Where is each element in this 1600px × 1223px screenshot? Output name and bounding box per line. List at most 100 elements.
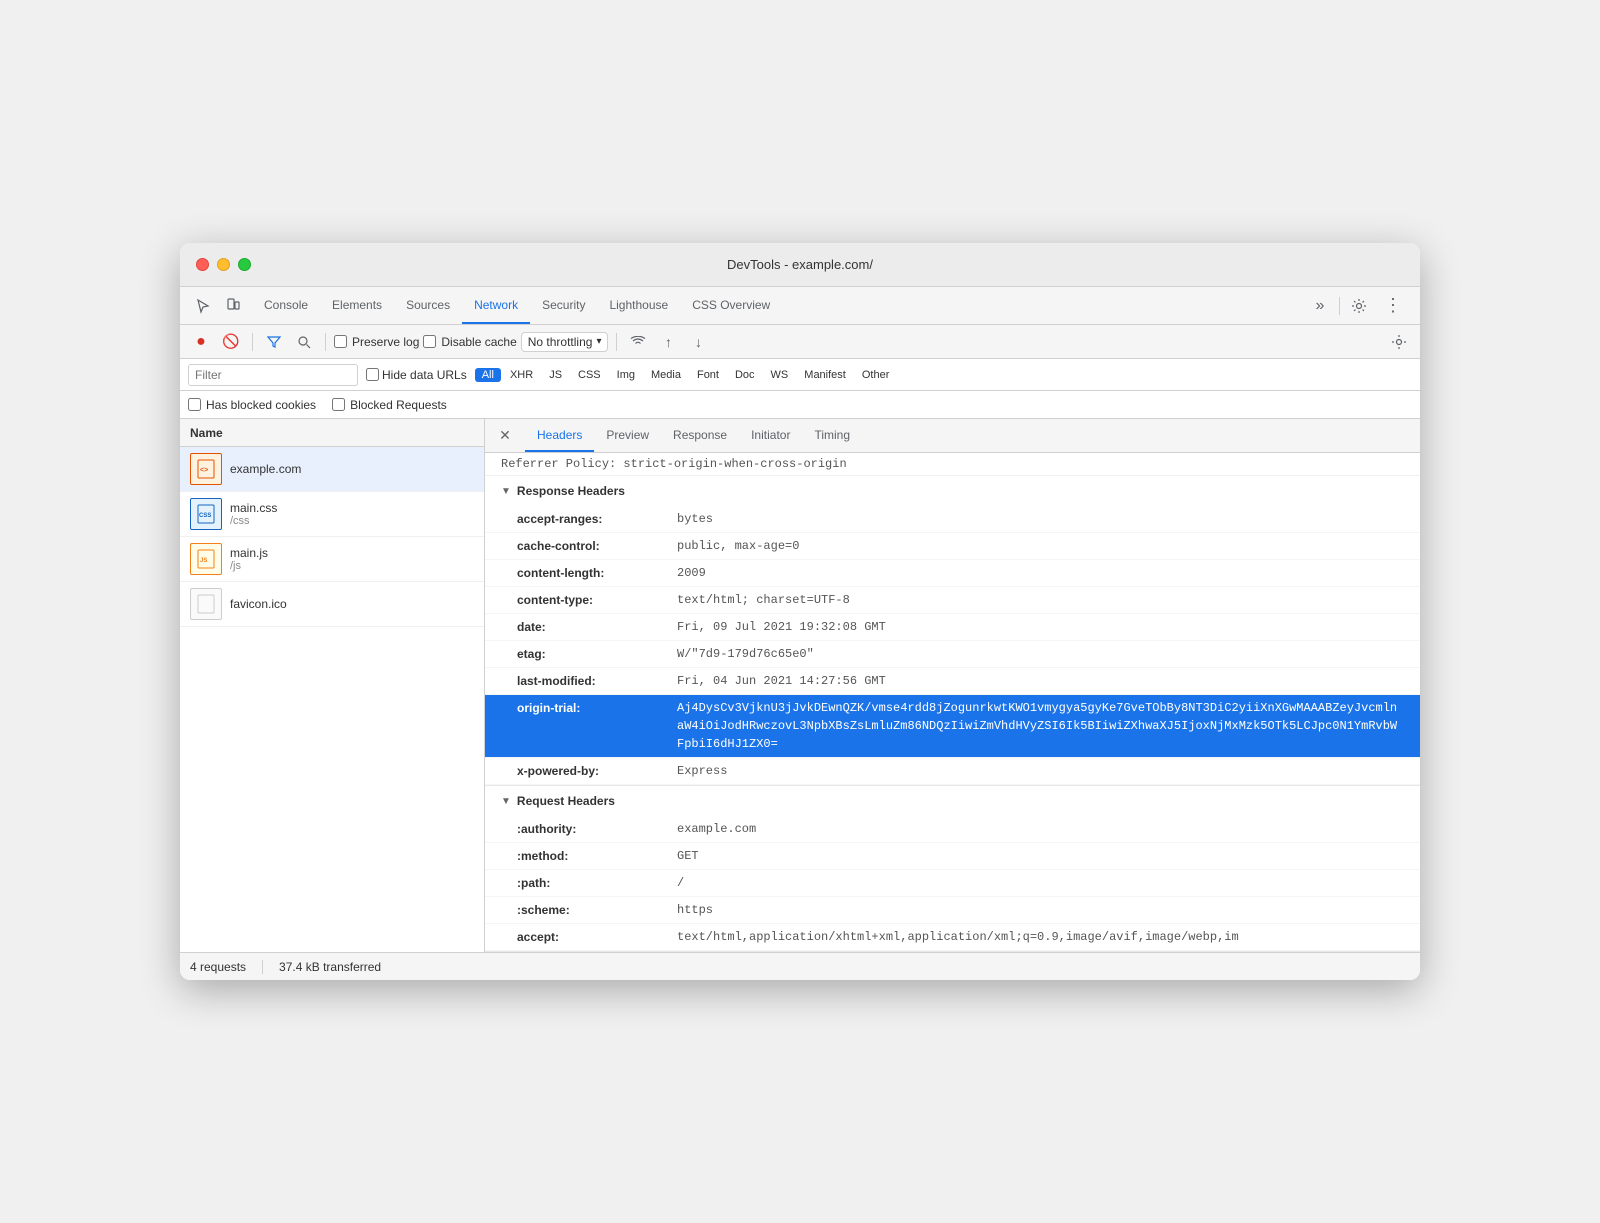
network-settings-button[interactable] — [1386, 329, 1412, 355]
header-row-content-type: content-type: text/html; charset=UTF-8 — [485, 587, 1420, 614]
details-tab-bar: ✕ Headers Preview Response Initiator Tim… — [485, 419, 1420, 453]
file-info-main-css: main.css /css — [230, 501, 277, 527]
referrer-row: Referrer Policy: strict-origin-when-cros… — [485, 453, 1420, 476]
close-details-button[interactable]: ✕ — [493, 424, 517, 448]
filter-chip-xhr[interactable]: XHR — [503, 368, 540, 382]
file-icon-html: <> — [190, 453, 222, 485]
tab-initiator[interactable]: Initiator — [739, 419, 802, 452]
traffic-lights — [196, 258, 251, 271]
preserve-log-checkbox[interactable]: Preserve log — [334, 335, 419, 349]
tab-network[interactable]: Network — [462, 287, 530, 324]
filter-chip-js[interactable]: JS — [542, 368, 569, 382]
file-icon-css: CSS — [190, 498, 222, 530]
ico-icon — [196, 594, 216, 614]
divider-2 — [325, 333, 326, 351]
status-bar: 4 requests 37.4 kB transferred — [180, 952, 1420, 980]
tab-icon-group — [184, 287, 252, 324]
more-tools-button[interactable]: » — [1305, 291, 1335, 321]
hide-data-urls-checkbox[interactable]: Hide data URLs — [366, 368, 467, 382]
search-button[interactable] — [291, 329, 317, 355]
filter-chips: All XHR JS CSS Img Media Font Doc WS Man… — [475, 368, 897, 382]
header-row-scheme: :scheme: https — [485, 897, 1420, 924]
disable-cache-checkbox[interactable]: Disable cache — [423, 335, 516, 349]
preserve-log-input[interactable] — [334, 335, 347, 348]
tab-lighthouse[interactable]: Lighthouse — [597, 287, 680, 324]
filter-chip-css[interactable]: CSS — [571, 368, 608, 382]
filter-input[interactable] — [188, 364, 358, 386]
tab-response[interactable]: Response — [661, 419, 739, 452]
blocked-bar: Has blocked cookies Blocked Requests — [180, 391, 1420, 419]
tab-timing[interactable]: Timing — [802, 419, 862, 452]
header-row-content-length: content-length: 2009 — [485, 560, 1420, 587]
file-item-example-com[interactable]: <> example.com — [180, 447, 484, 492]
header-row-accept-ranges: accept-ranges: bytes — [485, 506, 1420, 533]
record-button[interactable]: ● — [188, 329, 214, 355]
maximize-button[interactable] — [238, 258, 251, 271]
tab-sources[interactable]: Sources — [394, 287, 462, 324]
settings-icon — [1391, 334, 1407, 350]
device-icon — [225, 298, 241, 314]
tab-console[interactable]: Console — [252, 287, 320, 324]
filter-chip-ws[interactable]: WS — [764, 368, 796, 382]
inspect-element-button[interactable] — [188, 291, 218, 321]
status-divider — [262, 960, 263, 974]
filter-chip-doc[interactable]: Doc — [728, 368, 762, 382]
transfer-size: 37.4 kB transferred — [279, 960, 381, 974]
details-panel: ✕ Headers Preview Response Initiator Tim… — [485, 419, 1420, 952]
has-blocked-cookies-checkbox[interactable]: Has blocked cookies — [188, 398, 316, 412]
svg-text:JS: JS — [200, 558, 207, 564]
tab-preview[interactable]: Preview — [594, 419, 661, 452]
header-row-path: :path: / — [485, 870, 1420, 897]
js-icon: JS — [196, 549, 216, 569]
file-item-main-js[interactable]: JS main.js /js — [180, 537, 484, 582]
file-item-favicon[interactable]: favicon.ico — [180, 582, 484, 627]
header-row-cache-control: cache-control: public, max-age=0 — [485, 533, 1420, 560]
filter-chip-img[interactable]: Img — [610, 368, 642, 382]
window-title: DevTools - example.com/ — [727, 257, 873, 272]
filter-bar: Hide data URLs All XHR JS CSS Img Media … — [180, 359, 1420, 391]
tab-headers[interactable]: Headers — [525, 419, 594, 452]
filter-button[interactable] — [261, 329, 287, 355]
device-toolbar-button[interactable] — [218, 291, 248, 321]
blocked-requests-checkbox[interactable]: Blocked Requests — [332, 398, 447, 412]
filter-chip-manifest[interactable]: Manifest — [797, 368, 853, 382]
upload-button[interactable]: ↑ — [655, 329, 681, 355]
close-button[interactable] — [196, 258, 209, 271]
file-info-favicon: favicon.ico — [230, 597, 287, 611]
response-headers-title[interactable]: Response Headers — [485, 476, 1420, 506]
disable-cache-input[interactable] — [423, 335, 436, 348]
title-bar: DevTools - example.com/ — [180, 243, 1420, 287]
download-button[interactable]: ↓ — [685, 329, 711, 355]
file-item-main-css[interactable]: CSS main.css /css — [180, 492, 484, 537]
hide-data-urls-input[interactable] — [366, 368, 379, 381]
filter-chip-other[interactable]: Other — [855, 368, 897, 382]
customize-button[interactable]: ⋮ — [1378, 291, 1408, 321]
file-info-main-js: main.js /js — [230, 546, 268, 572]
file-icon-ico — [190, 588, 222, 620]
filter-chip-font[interactable]: Font — [690, 368, 726, 382]
settings-button[interactable] — [1344, 291, 1374, 321]
divider — [1339, 297, 1340, 315]
stop-button[interactable]: 🚫 — [218, 329, 244, 355]
filter-icon — [267, 335, 281, 349]
file-list-header: Name — [180, 419, 484, 447]
search-icon — [297, 335, 311, 349]
header-row-origin-trial[interactable]: origin-trial: Aj4DysCv3VjknU3jJvkDEwnQZK… — [485, 695, 1420, 758]
wifi-button[interactable] — [625, 329, 651, 355]
has-blocked-cookies-input[interactable] — [188, 398, 201, 411]
header-row-accept: accept: text/html,application/xhtml+xml,… — [485, 924, 1420, 951]
throttle-select[interactable]: No throttling ▾ — [521, 332, 609, 352]
tab-elements[interactable]: Elements — [320, 287, 394, 324]
filter-chip-all[interactable]: All — [475, 368, 501, 382]
header-row-authority: :authority: example.com — [485, 816, 1420, 843]
minimize-button[interactable] — [217, 258, 230, 271]
header-row-date: date: Fri, 09 Jul 2021 19:32:08 GMT — [485, 614, 1420, 641]
tab-security[interactable]: Security — [530, 287, 597, 324]
request-headers-title[interactable]: Request Headers — [485, 786, 1420, 816]
wifi-icon — [630, 336, 646, 348]
requests-count: 4 requests — [190, 960, 246, 974]
filter-chip-media[interactable]: Media — [644, 368, 688, 382]
blocked-requests-input[interactable] — [332, 398, 345, 411]
tab-css-overview[interactable]: CSS Overview — [680, 287, 782, 324]
network-toolbar: ● 🚫 Preserve log Disable cache No thrott… — [180, 325, 1420, 359]
